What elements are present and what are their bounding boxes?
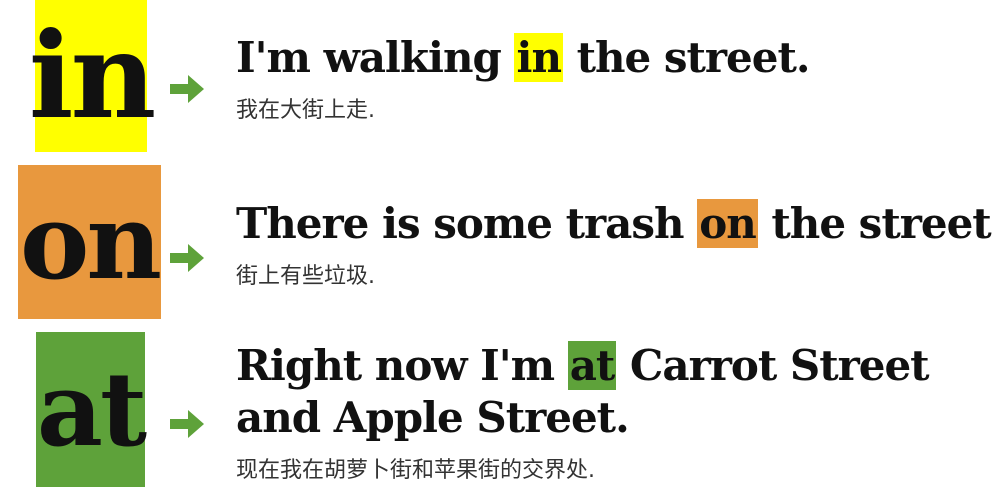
sentence-at: Right now I'm at Carrot Street and Apple… [236,340,930,444]
word-box-on: on [18,165,162,319]
sentence-text: the street. [757,199,992,248]
sentence-text: the street. [562,33,811,82]
arrow-right-icon [170,75,204,103]
translation-at: 现在我在胡萝卜街和苹果街的交界处. [236,458,595,483]
word-at: at [36,349,147,470]
arrow-right-icon [170,410,204,438]
sentence-text: There is some trash [236,199,698,248]
sentence-text: I'm walking [236,33,515,82]
highlight-in: in [514,33,563,82]
translation-in: 我在大街上走. [236,98,375,123]
sentence-at-line1: Right now I'm at Carrot Street [236,340,930,392]
sentence-text: Right now I'm [236,341,568,390]
sentence-text: Carrot Street [616,341,930,390]
translation-on: 街上有些垃圾. [236,264,375,289]
word-on: on [20,180,162,303]
sentence-in: I'm walking in the street. [236,32,811,84]
sentence-at-line2: and Apple Street. [236,393,630,442]
word-in: in [28,6,157,145]
word-box-in: in [29,0,156,152]
sentence-on: There is some trash on the street. [236,198,992,250]
word-box-at: at [36,332,147,487]
highlight-on: on [697,199,758,248]
arrow-right-icon [170,244,204,272]
highlight-at: at [567,341,617,390]
